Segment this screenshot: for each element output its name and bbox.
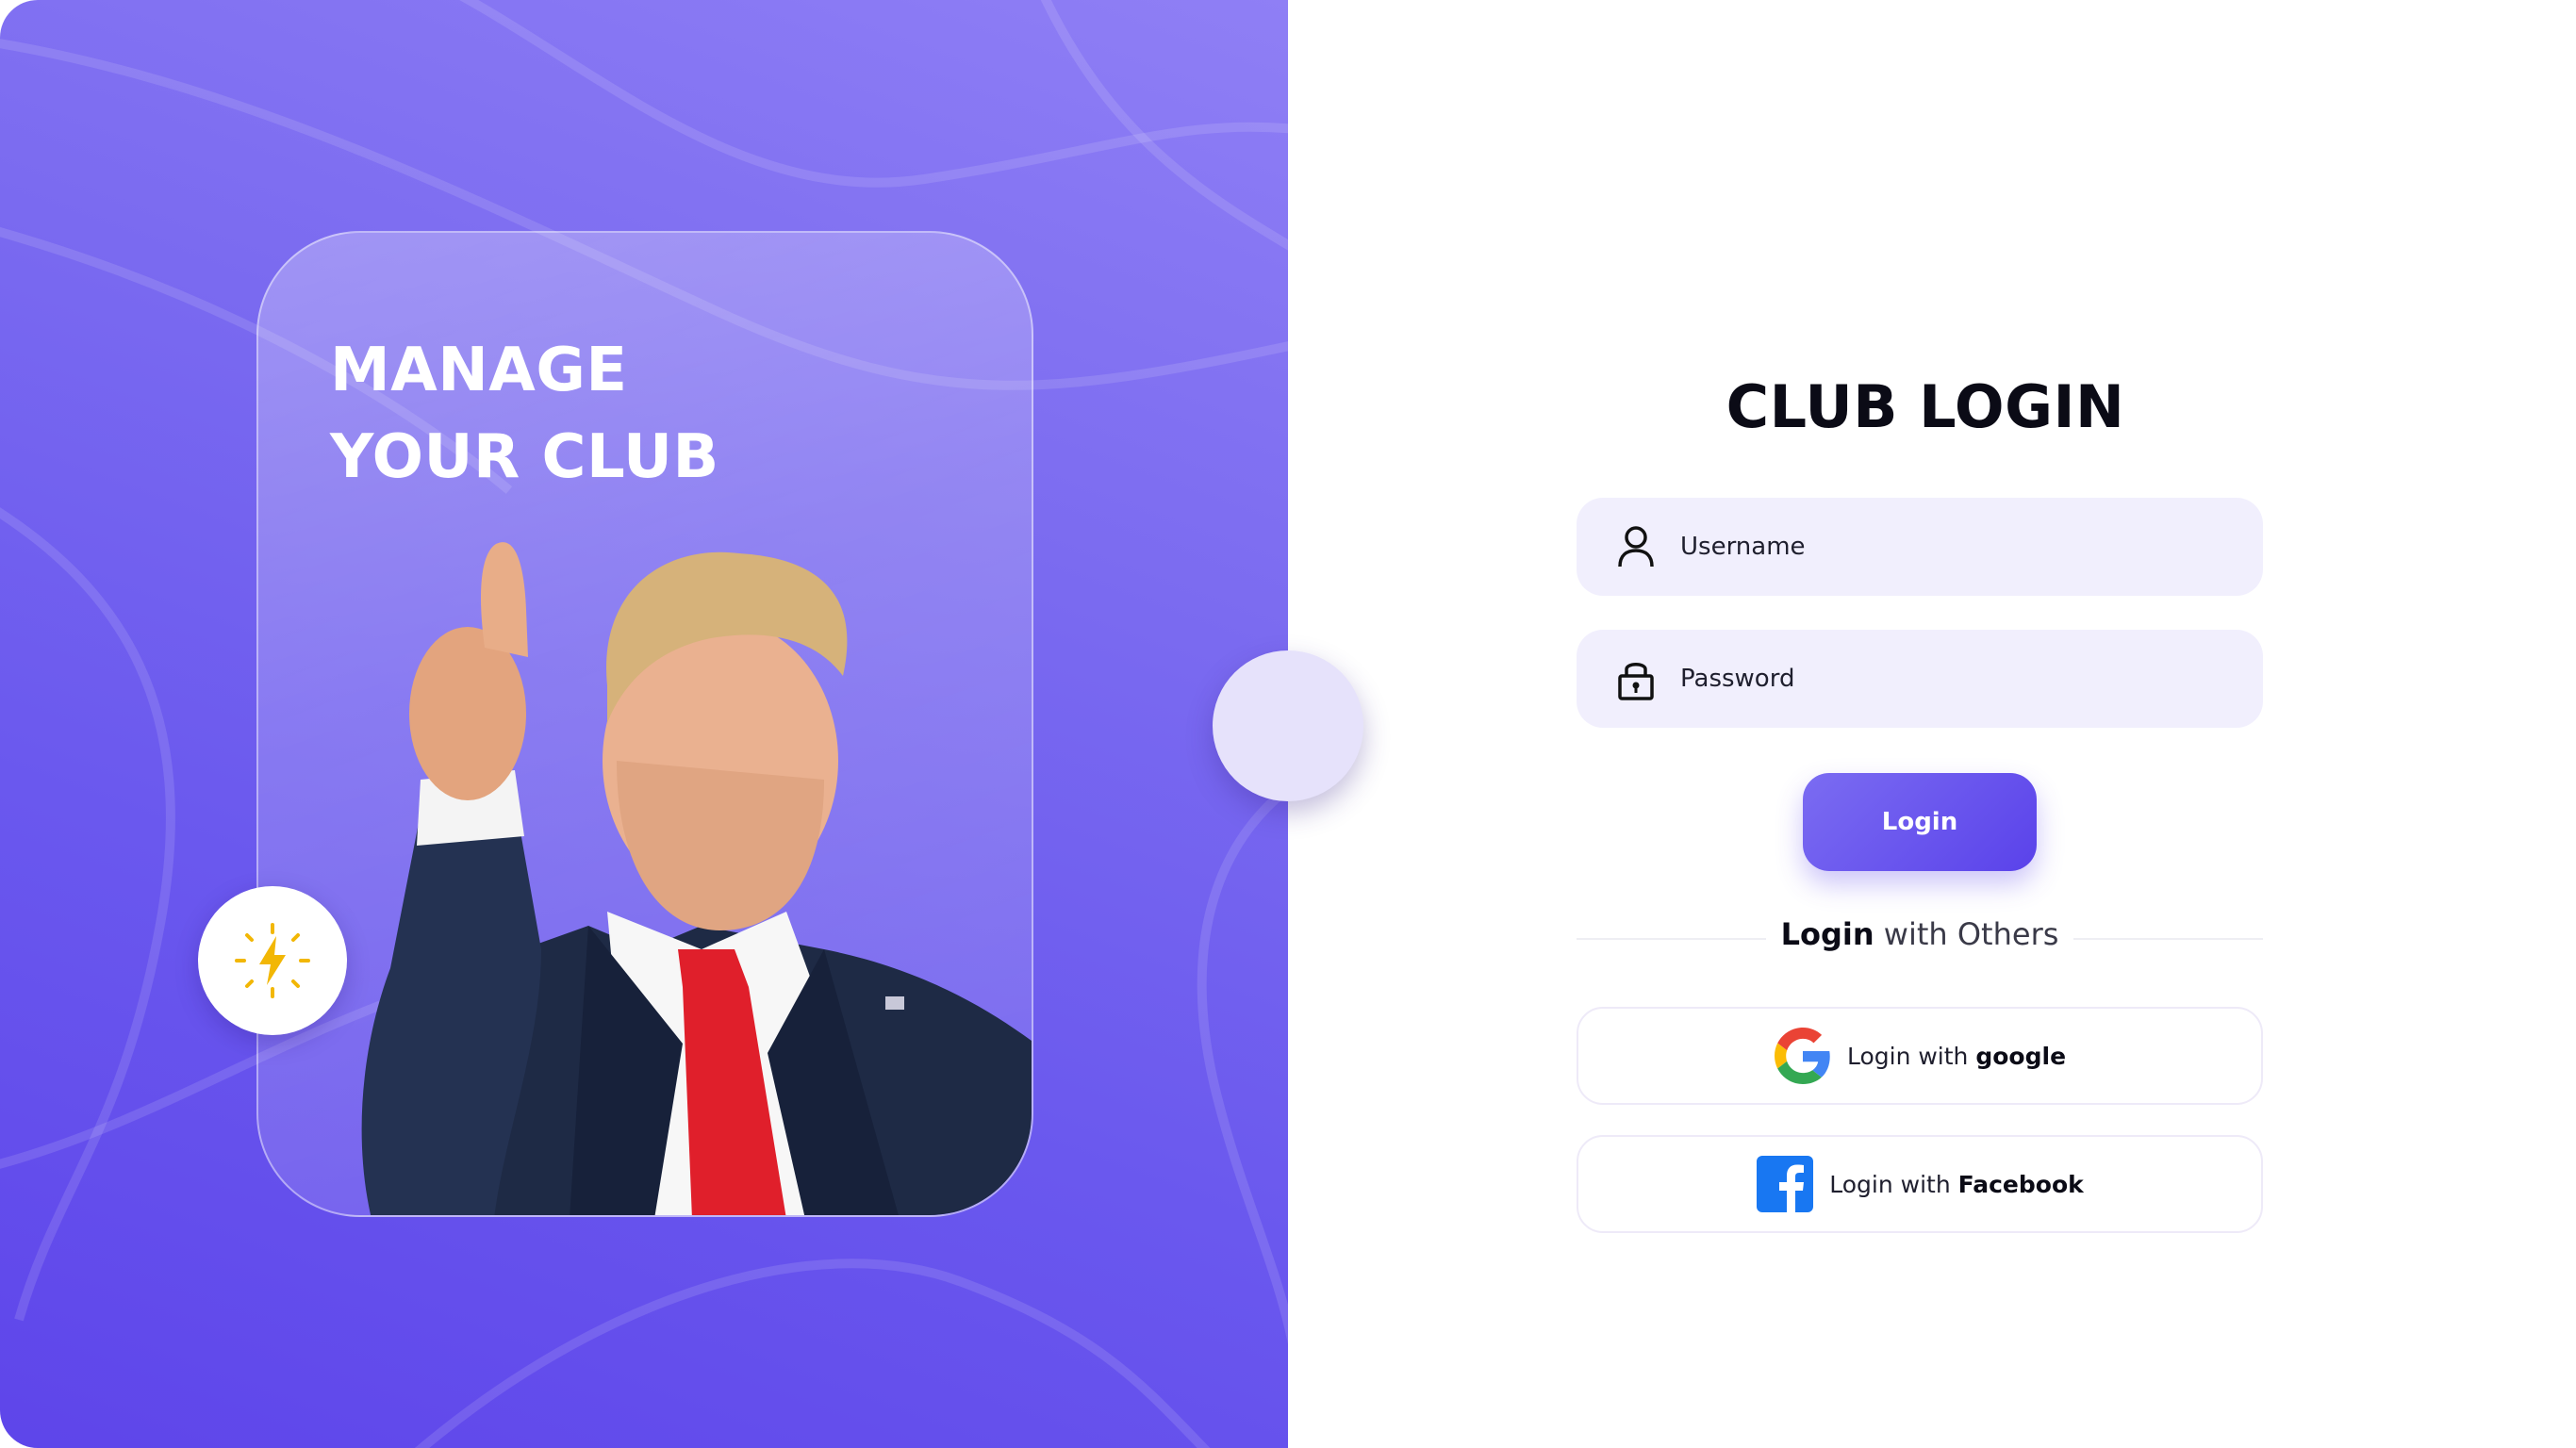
panel-toggle-circle[interactable] (1213, 650, 1363, 801)
login-page: MANAGE YOUR CLUB CLUB LOGIN Username Log… (0, 0, 2576, 1448)
username-input[interactable] (1680, 533, 2208, 561)
login-button[interactable]: Login (1803, 773, 2037, 871)
hero-card: MANAGE YOUR CLUB (256, 231, 1033, 1217)
form-title: CLUB LOGIN (1726, 372, 2125, 441)
facebook-login-prefix: Login with (1829, 1170, 1958, 1198)
password-field[interactable] (1577, 630, 2263, 728)
hero-panel: MANAGE YOUR CLUB (0, 0, 1288, 1448)
password-input[interactable] (1680, 665, 2208, 693)
google-logo-icon (1774, 1027, 1832, 1085)
hero-person-image (361, 542, 1032, 1215)
lock-icon (1612, 655, 1660, 702)
lightning-badge (198, 886, 347, 1035)
google-login-button[interactable]: Login with google (1577, 1007, 2263, 1105)
google-login-prefix: Login with (1846, 1042, 1976, 1070)
facebook-login-button[interactable]: Login with Facebook (1577, 1135, 2263, 1233)
lightning-icon (235, 923, 310, 998)
google-login-name: google (1975, 1042, 2067, 1070)
user-icon (1612, 523, 1660, 570)
username-field[interactable] (1577, 498, 2263, 596)
divider-label: Login with Others (1577, 916, 2263, 952)
divider-label-bold: Login (1780, 916, 1874, 952)
facebook-login-name: Facebook (1957, 1170, 2084, 1198)
divider-label-rest: with Others (1874, 916, 2059, 952)
facebook-logo-icon (1756, 1155, 1814, 1213)
